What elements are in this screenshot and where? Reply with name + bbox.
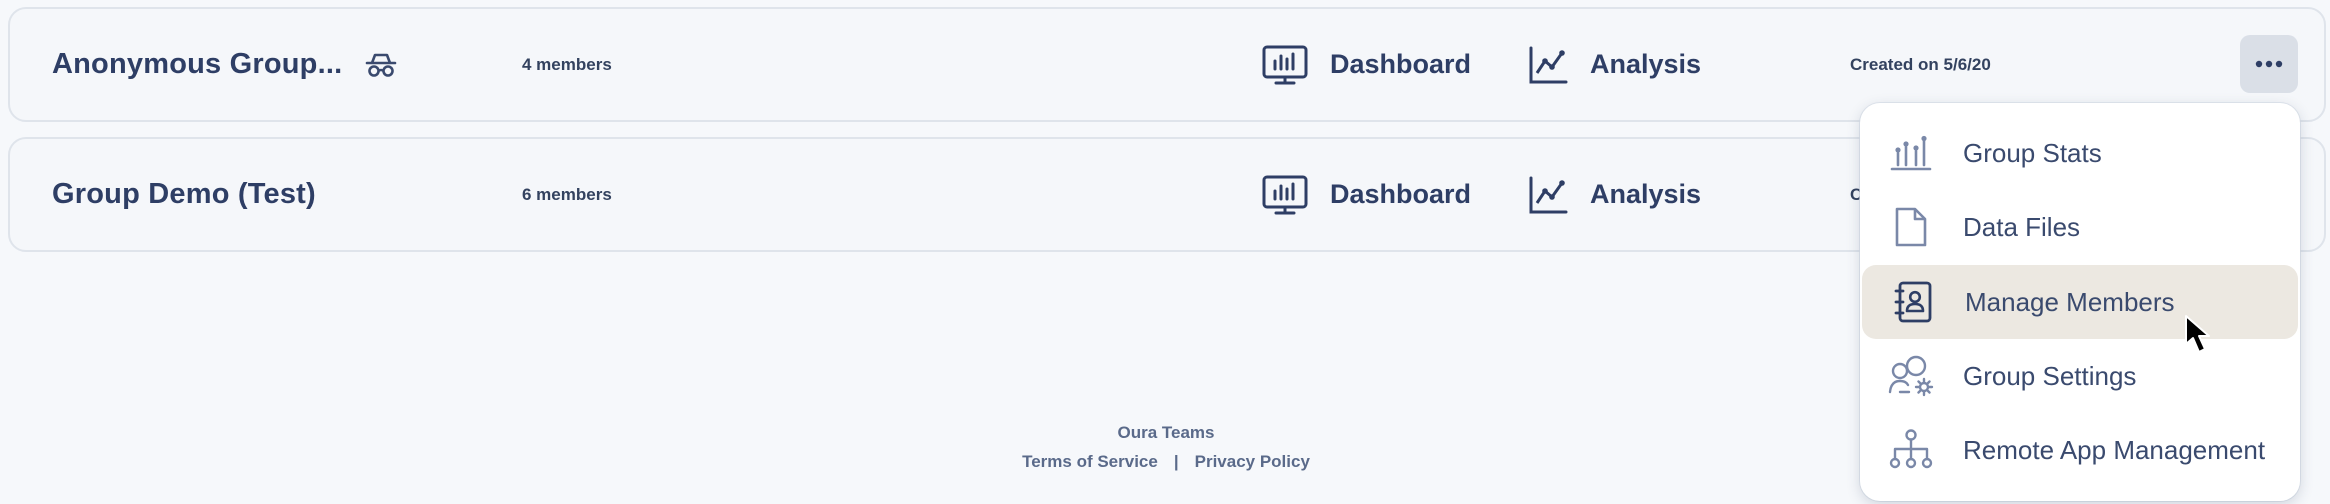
dashboard-label: Dashboard [1330,179,1472,209]
menu-item-data-files[interactable]: Data Files [1860,190,2300,264]
address-book-icon [1890,279,1936,325]
menu-item-group-settings[interactable]: Group Settings [1860,339,2300,413]
line-chart-icon [1528,175,1568,215]
group-name-cell: Group Demo (Test) [52,139,316,250]
network-icon [1888,427,1934,473]
group-name[interactable]: Anonymous Group... [52,48,342,81]
line-chart-icon [1528,45,1568,85]
menu-item-label: Group Settings [1963,360,2137,391]
member-count: 6 members [522,184,612,204]
menu-item-label: Group Stats [1963,137,2102,168]
menu-item-label: Manage Members [1965,286,2175,317]
ellipsis-icon [2255,60,2283,68]
menu-item-group-stats[interactable]: Group Stats [1860,116,2300,190]
footer-links: Terms of Service | Privacy Policy [1000,452,1332,472]
footer-brand: Oura Teams [1117,423,1215,442]
group-name-cell: Anonymous Group... [52,9,398,120]
dashboard-icon [1262,175,1308,215]
dashboard-label: Dashboard [1330,49,1472,79]
groups-page: Anonymous Group... 4 members Dashboard A… [0,0,2330,504]
analysis-link[interactable]: Analysis [1528,9,1701,120]
menu-item-remote-app-management[interactable]: Remote App Management [1860,413,2300,487]
group-name[interactable]: Group Demo (Test) [52,178,316,211]
privacy-policy-link[interactable]: Privacy Policy [1195,452,1310,472]
menu-item-manage-members[interactable]: Manage Members [1862,265,2298,339]
group-settings-icon [1888,353,1934,399]
member-count: 4 members [522,54,612,74]
menu-item-label: Remote App Management [1963,434,2266,465]
footer-separator: | [1173,452,1179,471]
analysis-label: Analysis [1590,179,1702,209]
menu-item-label: Data Files [1963,211,2081,242]
more-options-button[interactable] [2240,35,2298,93]
group-stats-icon [1888,130,1934,176]
group-options-menu: Group Stats Data Files Manage Members Gr… [1860,103,2300,501]
dashboard-link[interactable]: Dashboard [1262,139,1471,250]
terms-of-service-link[interactable]: Terms of Service [1022,452,1158,472]
analysis-label: Analysis [1590,49,1702,79]
analysis-link[interactable]: Analysis [1528,139,1701,250]
incognito-icon [364,52,398,78]
dashboard-link[interactable]: Dashboard [1262,9,1471,120]
dashboard-icon [1262,45,1308,85]
file-icon [1888,204,1934,250]
